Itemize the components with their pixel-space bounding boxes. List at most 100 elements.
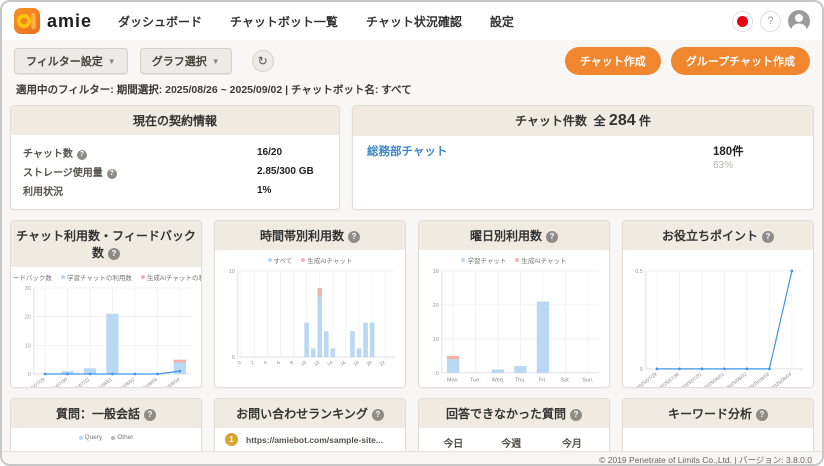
nav-dashboard[interactable]: ダッシュボード [118,13,202,30]
help-button[interactable]: ? [760,11,781,32]
svg-text:4: 4 [263,360,269,367]
help-icon[interactable]: ? [762,231,774,243]
card-title: キーワード分析? [623,399,813,428]
svg-text:2025/07/31: 2025/07/31 [681,371,704,388]
top-navigation-bar: amie ダッシュボード チャットボット一覧 チャット状況確認 設定 ? [2,2,822,40]
chart-legend: フィードバック数学習チャットの利用数生成AIチャットの利用数 [14,270,198,283]
help-icon[interactable]: ? [756,409,768,421]
card-title: お問い合わせランキング? [215,399,405,428]
chart-canvas: 0100246810121416182022 [218,266,402,387]
svg-text:20: 20 [25,315,31,321]
create-chat-button[interactable]: チャット作成 [565,47,661,75]
nav-chatbot-list[interactable]: チャットボット一覧 [230,13,338,30]
svg-text:10: 10 [300,360,308,368]
svg-text:30: 30 [433,269,439,275]
points-chart: 00.52025/07/292025/07/302025/07/312025/0… [626,266,810,388]
chat-name-link[interactable]: 総務部チャット [367,143,447,171]
contract-card-body: チャット数? 16/20 ストレージ使用量? 2.85/300 GB 利用状況 … [11,135,339,209]
svg-text:2025/07/31: 2025/07/31 [69,377,92,388]
card-title: お役立ちポイント? [623,221,813,250]
svg-text:Wed.: Wed. [492,378,505,384]
chart-body: 00.52025/07/292025/07/302025/07/312025/0… [623,250,813,388]
chart-canvas: 0102030Mon.Tue.Wed.Thu.Fri.Sat.Sun. [422,266,606,387]
row-value: 1% [257,185,271,196]
legend-item: Other [111,434,133,441]
top-right-icons: ? [732,10,810,32]
charts-row: チャット利用数・フィードバック数? フィードバック数学習チャットの利用数生成AI… [2,218,822,388]
svg-text:Sat.: Sat. [561,378,571,384]
svg-text:2: 2 [250,360,256,367]
card-title: 時間帯別利用数? [215,221,405,250]
svg-text:Tue.: Tue. [470,378,481,384]
language-flag-button[interactable] [732,11,753,32]
card-title: 回答できなかった質問? [419,399,609,428]
svg-text:12: 12 [313,360,321,368]
question-mark-icon: ? [767,15,773,27]
chart-legend: Query Other [14,431,198,444]
user-avatar-button[interactable] [788,10,810,32]
help-icon[interactable]: ? [570,409,582,421]
svg-text:0: 0 [436,371,439,377]
svg-text:0.5: 0.5 [635,269,643,275]
nav-settings[interactable]: 設定 [490,13,514,30]
svg-text:30: 30 [25,286,31,292]
help-icon[interactable]: ? [77,150,87,160]
legend-item: 学習チャット [461,255,506,265]
toolbar: フィルター設定 ▼ グラフ選択 ▼ ↻ チャット作成 グループチャット作成 [2,40,822,78]
help-icon[interactable]: ? [546,231,558,243]
weekday-usage-chart: 0102030Mon.Tue.Wed.Thu.Fri.Sat.Sun. [422,266,606,387]
card-title: チャット利用数・フィードバック数? [11,221,201,267]
refresh-button[interactable]: ↻ [252,50,274,72]
info-cards-row: 現在の契約情報 チャット数? 16/20 ストレージ使用量? 2.85/300 … [2,103,822,210]
svg-text:20: 20 [433,303,439,309]
usage-feedback-chart-card: チャット利用数・フィードバック数? フィードバック数学習チャットの利用数生成AI… [10,220,202,388]
svg-text:2025/08/04: 2025/08/04 [771,371,794,388]
chat-count-total: 284 [609,112,636,129]
ranking-item: 1 https://amiebot.com/sample-site... [215,428,405,452]
legend-item: 生成AIチャット [515,255,566,265]
help-icon[interactable]: ? [108,248,120,260]
chevron-down-icon: ▼ [108,57,116,66]
svg-text:Thu.: Thu. [515,378,526,384]
help-icon[interactable]: ? [107,169,117,179]
help-icon[interactable]: ? [372,409,384,421]
filter-settings-button[interactable]: フィルター設定 ▼ [14,48,128,74]
amie-logo[interactable]: amie [14,8,92,34]
legend-item: 学習チャットの利用数 [61,272,132,282]
chat-count-card-title: チャット件数 全 284 件 [353,106,813,136]
svg-text:10: 10 [433,337,439,343]
svg-text:2025/08/01: 2025/08/01 [703,371,726,388]
hourly-usage-chart: 0100246810121416182022 [218,266,402,387]
main-nav: ダッシュボード チャットボット一覧 チャット状況確認 設定 [118,13,514,30]
chat-count-card: チャット件数 全 284 件 総務部チャット 180件 63% [352,105,814,210]
help-icon[interactable]: ? [144,409,156,421]
svg-text:Mon.: Mon. [447,378,460,384]
svg-text:0: 0 [640,367,643,373]
chat-count-values: 180件 63% [713,143,799,171]
copyright-version-text: © 2019 Penetrate of Limits Co.,Ltd. | バー… [599,454,812,466]
svg-text:2025/08/04: 2025/08/04 [159,377,182,388]
chart-body: 学習チャット生成AIチャット 0102030Mon.Tue.Wed.Thu.Fr… [419,250,609,387]
svg-text:6: 6 [276,360,282,367]
chart-body: すべて生成AIチャット 0100246810121416182022 [215,250,405,387]
svg-text:2025/07/29: 2025/07/29 [636,371,659,388]
svg-text:2025/08/02: 2025/08/02 [726,371,749,388]
rank-1-badge: 1 [225,433,238,446]
ranking-link[interactable]: https://amiebot.com/sample-site... [246,435,383,445]
chat-count-percent: 63% [713,160,799,171]
row-label: チャット数? [23,145,135,160]
logo-text: amie [47,11,92,32]
graph-select-label: グラフ選択 [152,53,207,69]
usage-feedback-chart: 01020302025/07/292025/07/302025/07/31202… [14,283,198,388]
contract-card-title: 現在の契約情報 [11,106,339,135]
help-icon[interactable]: ? [348,231,360,243]
card-title: 曜日別利用数? [419,221,609,250]
nav-chat-status[interactable]: チャット状況確認 [366,13,462,30]
graph-select-button[interactable]: グラフ選択 ▼ [140,48,232,74]
chat-count-number: 180件 [713,143,799,159]
svg-text:2025/08/03: 2025/08/03 [748,371,771,388]
legend-item: Query [79,434,103,441]
card-title: 質問：一般会話? [11,399,201,428]
create-group-chat-button[interactable]: グループチャット作成 [671,47,810,75]
row-label: 利用状況 [23,183,135,198]
